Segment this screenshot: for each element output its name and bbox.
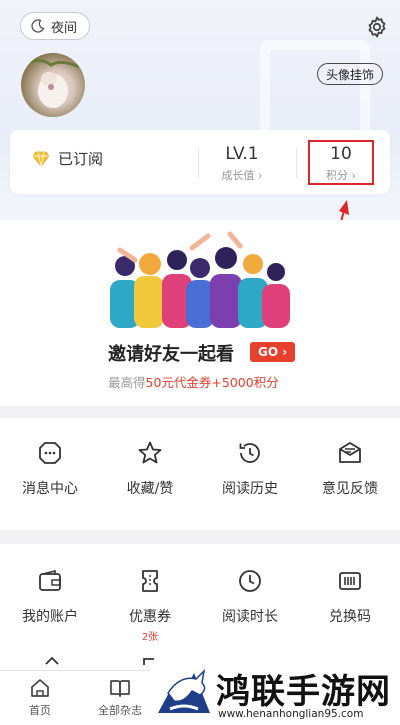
level-label: 成长值 › <box>221 169 263 182</box>
tab-home[interactable]: 首页 <box>0 677 80 718</box>
moon-icon <box>31 19 45 33</box>
site-watermark: 鸿联手游网 www.henanhonglian95.com <box>150 660 400 724</box>
watermark-title: 鸿联手游网 <box>216 672 391 712</box>
grid-item-label: 收藏/赞 <box>126 481 174 497</box>
watermark-url: www.henanhonglian95.com <box>218 708 364 720</box>
avatar-frame-button[interactable]: 头像挂饰 <box>316 63 383 85</box>
book-icon <box>110 680 130 697</box>
feature-grid-1: 消息中心 收藏/赞 阅读历史 意见反馈 <box>0 418 400 530</box>
barcode-icon <box>339 572 361 590</box>
friends-illustration <box>110 231 290 328</box>
tab-all-magazines[interactable]: 全部杂志 <box>80 677 160 718</box>
star-icon <box>138 441 162 464</box>
coupon-count-badge: 2张 <box>141 632 159 643</box>
grid-item-favorites[interactable]: 收藏/赞 <box>100 440 200 498</box>
grid-item-label: 阅读时长 <box>222 609 278 625</box>
grid-item-redeem-code[interactable]: 兑换码 <box>300 568 400 626</box>
grid-item-reading-time[interactable]: 阅读时长 <box>200 568 300 626</box>
grid-item-feedback[interactable]: 意见反馈 <box>300 440 400 498</box>
grid-item-account[interactable]: 我的账户 <box>0 568 100 626</box>
level-stat[interactable]: LV.1 成长值 › <box>202 144 282 183</box>
night-mode-label: 夜间 <box>51 20 78 36</box>
grid-item-label: 我的账户 <box>22 609 78 625</box>
grid-item-label: 意见反馈 <box>322 481 378 497</box>
feedback-icon <box>339 442 361 463</box>
divider <box>296 148 297 178</box>
grid-item-message[interactable]: 消息中心 <box>0 440 100 498</box>
diamond-icon <box>32 151 50 167</box>
grid-item-label: 阅读历史 <box>222 481 278 497</box>
invite-sub-highlight: 50元代金券+5000积分 <box>145 375 279 390</box>
chevron-up-icon <box>45 656 59 665</box>
points-highlight-box <box>308 140 374 185</box>
grid-item-label: 优惠券 <box>129 609 171 625</box>
subscribed-item[interactable]: 已订阅 <box>32 148 103 169</box>
invite-banner[interactable]: 邀请好友一起看 GO › 最高得50元代金券+5000积分 <box>0 220 400 406</box>
invite-subtitle: 最高得50元代金券+5000积分 <box>108 372 279 391</box>
grid-item-label: 兑换码 <box>329 609 371 625</box>
home-icon <box>31 679 49 697</box>
tab-label: 首页 <box>29 704 51 717</box>
invite-title: 邀请好友一起看 <box>108 344 234 365</box>
coupon-icon <box>142 570 158 592</box>
history-icon <box>239 443 260 463</box>
night-mode-button[interactable]: 夜间 <box>20 12 91 40</box>
feature-grid-2: 我的账户 优惠券 2张 阅读时长 兑换码 <box>0 544 400 670</box>
grid-item-label: 消息中心 <box>22 481 78 497</box>
clock-icon <box>239 570 261 592</box>
avatar[interactable] <box>21 53 85 117</box>
wallet-icon <box>39 569 61 591</box>
horse-logo-icon <box>158 668 210 713</box>
grid-item-history[interactable]: 阅读历史 <box>200 440 300 498</box>
tab-label: 全部杂志 <box>98 704 142 717</box>
gear-icon[interactable] <box>365 15 389 39</box>
subscribed-label: 已订阅 <box>58 150 104 168</box>
stats-card: 已订阅 LV.1 成长值 › 10 积分 › <box>10 130 390 194</box>
invite-sub-prefix: 最高得 <box>108 375 146 390</box>
divider <box>198 148 199 178</box>
message-icon <box>39 442 61 464</box>
level-value: LV.1 <box>225 144 259 164</box>
grid-item-coupons[interactable]: 优惠券 2张 <box>100 568 200 643</box>
avatar-image <box>25 58 80 108</box>
invite-go-button[interactable]: GO › <box>250 342 296 362</box>
